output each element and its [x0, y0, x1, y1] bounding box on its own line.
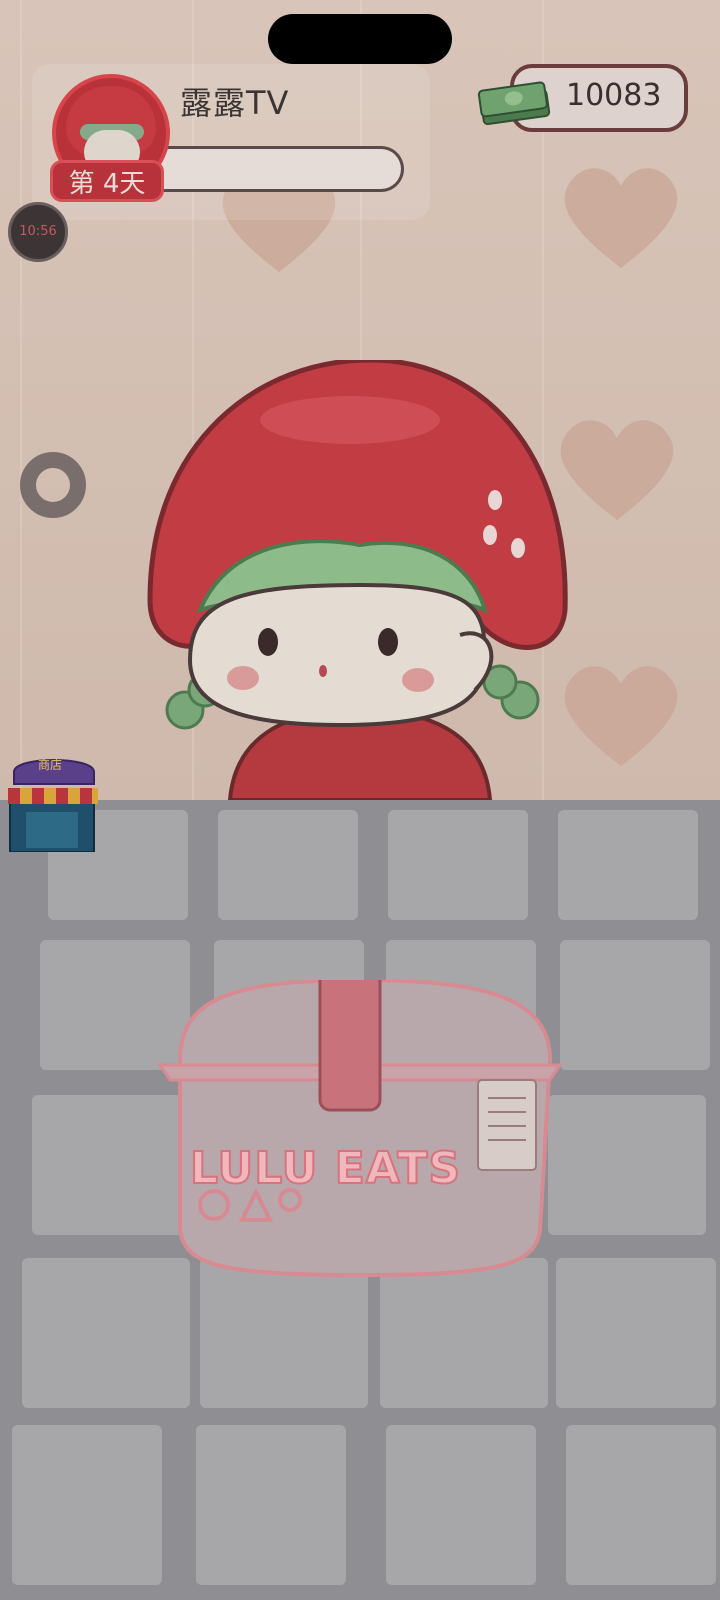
floor-tile [380, 1258, 548, 1408]
lunchbox-icon[interactable] [150, 980, 570, 1280]
floor-tile [196, 1425, 346, 1585]
cash-stack-icon [477, 81, 551, 126]
player-name: 露露TV [180, 84, 290, 122]
shop-label: 商店 [38, 758, 63, 772]
floor-tile [558, 810, 698, 920]
floor-tile [566, 1425, 716, 1585]
camera-notch [268, 14, 452, 64]
strawberry-girl-character [147, 360, 568, 800]
heart-decoration-icon [564, 168, 678, 268]
game-screen: 第 4天 露露TV 10083 10:56 商店 LULU EATS [0, 0, 720, 1600]
floor-tile [388, 810, 528, 920]
lunchbox-brand-text: LULU EATS [189, 1142, 462, 1195]
money-value: 10083 [566, 78, 662, 113]
timer-button[interactable]: 10:56 [8, 202, 68, 262]
floor-tile [12, 1425, 162, 1585]
ring-button[interactable] [20, 452, 86, 518]
floor-tile [556, 1258, 716, 1408]
floor-tile [548, 1095, 706, 1235]
floor-tile [218, 810, 358, 920]
floor-tile [560, 940, 710, 1070]
floor-tile [386, 1425, 536, 1585]
floor-tile [200, 1258, 368, 1408]
day-badge: 第 4天 [50, 160, 164, 202]
floor-tile [22, 1258, 190, 1408]
day-progress-bar [160, 146, 404, 192]
